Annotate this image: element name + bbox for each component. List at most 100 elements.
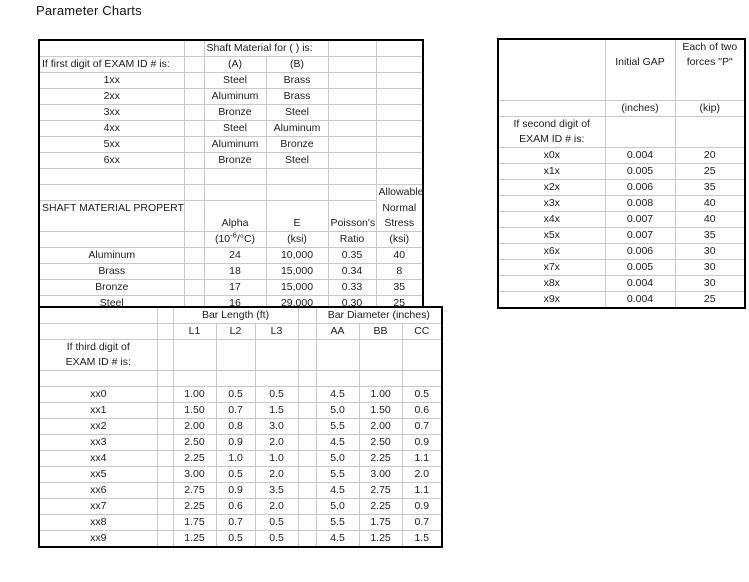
bb-value: 3.00 [359,466,403,483]
cell-empty [359,370,403,387]
cell-empty [157,434,174,451]
l1-value: 2.25 [173,498,217,515]
table-row: xx2 2.00 0.8 3.0 5.5 2.00 0.7 [39,418,443,435]
gap-value: 0.005 [605,259,676,276]
cell-empty [605,132,676,148]
material-b: Steel [266,104,329,121]
table-row: 1xx Steel Brass [39,72,424,89]
alpha-value: 18 [204,263,267,280]
cell-empty [498,85,606,101]
cell-empty [402,355,443,371]
cc-value: 1.1 [402,482,443,499]
cell-empty [328,104,377,121]
cell-empty [173,355,217,371]
row-id: 2xx [39,88,185,105]
header-row-4 [498,85,746,101]
cell-empty [39,323,158,340]
cell-empty [157,530,174,547]
cell-empty [376,72,424,89]
row-id: x9x [498,291,606,308]
table-row: x2x 0.006 35 [498,179,746,196]
cell-empty [216,370,256,387]
l2-value: 0.9 [216,434,256,451]
bb-value: 2.25 [359,450,403,467]
row-id: xx3 [39,434,158,451]
aa-value: 4.5 [316,482,360,499]
cell-empty [376,88,424,105]
aa-value: 5.0 [316,498,360,515]
cell-empty [328,184,377,201]
cell-empty [157,370,174,387]
cell-empty [266,184,329,201]
table-row: x3x 0.008 40 [498,195,746,212]
gap-value: 0.004 [605,275,676,292]
bb-value: 2.75 [359,482,403,499]
bar-dims-table: Bar Length (ft) Bar Diameter (inches) L1 L2… [38,306,444,548]
alpha-value: 24 [204,247,267,264]
gap-forces-table: Each of two Initial GAP forces "P" (inches)… [497,38,746,309]
force-value: 25 [675,291,746,308]
third-digit-label-line1: If third digit of [39,339,158,355]
l1-value: 3.00 [173,466,217,483]
cell-empty [39,307,158,324]
table-row: x4x 0.007 40 [498,211,746,228]
gap-value: 0.004 [605,147,676,164]
allowable-stress-value: 8 [376,263,424,280]
gap-value: 0.008 [605,195,676,212]
cell-empty [173,339,217,355]
table-row: xx5 3.00 0.5 2.0 5.5 3.00 2.0 [39,466,443,483]
table-row: xx1 1.50 0.7 1.5 5.0 1.50 0.6 [39,402,443,419]
material-a: Bronze [204,152,267,169]
cc-value: 1.1 [402,450,443,467]
bb-value: 1.00 [359,386,403,403]
spacer-row [39,370,443,387]
cell-empty [359,355,403,371]
l3-value: 3.5 [255,482,299,499]
header-row-3 [498,70,746,85]
header-row-2: Initial GAP forces "P" [498,55,746,70]
properties-header-row-1: Allowable [39,184,424,201]
e-value: 15,000 [266,279,329,296]
l1-value: 2.75 [173,482,217,499]
force-value: 30 [675,259,746,276]
cell-empty [204,168,267,185]
bb-value: 2.00 [359,418,403,435]
l1-value: 1.50 [173,402,217,419]
cell-empty [184,263,205,280]
row-id: x4x [498,211,606,228]
cell-empty [298,514,317,531]
cell-empty [605,85,676,101]
row-id: x2x [498,179,606,196]
cell-empty [376,136,424,153]
alpha-units: (10-6/°C) [204,231,267,248]
cell-empty [157,323,174,340]
header-row-shaft-material: Shaft Material for ( ) is: [39,40,424,57]
first-digit-label: If first digit of EXAM ID # is: [39,56,185,73]
table-row: xx4 2.25 1.0 1.0 5.0 2.25 1.1 [39,450,443,467]
row-id: xx4 [39,450,158,467]
cell-empty [298,482,317,499]
cell-empty [39,216,185,232]
cell-empty [184,120,205,137]
units-row: (inches) (kip) [498,100,746,117]
table-row: Brass 18 15,000 0.34 8 [39,263,424,280]
allowable-stress-header-line1: Allowable [376,184,424,201]
second-digit-label-line1: If second digit of [498,116,606,132]
shaft-material-table: Shaft Material for ( ) is: If first digit… [38,39,425,313]
cell-empty [157,355,174,371]
cell-empty [39,40,185,57]
cell-empty [498,70,606,85]
cell-empty [157,386,174,403]
cell-empty [157,450,174,467]
cell-empty [298,307,317,324]
cell-empty [298,339,317,355]
row-label-row-2: EXAM ID # is: [498,132,746,148]
cell-empty [498,100,606,117]
force-value: 20 [675,147,746,164]
cell-empty [316,339,360,355]
allowable-stress-header-line3: Stress [376,216,424,232]
poisson-value: 0.35 [328,247,377,264]
l1-value: 2.50 [173,434,217,451]
cell-empty [328,152,377,169]
row-id: x0x [498,147,606,164]
